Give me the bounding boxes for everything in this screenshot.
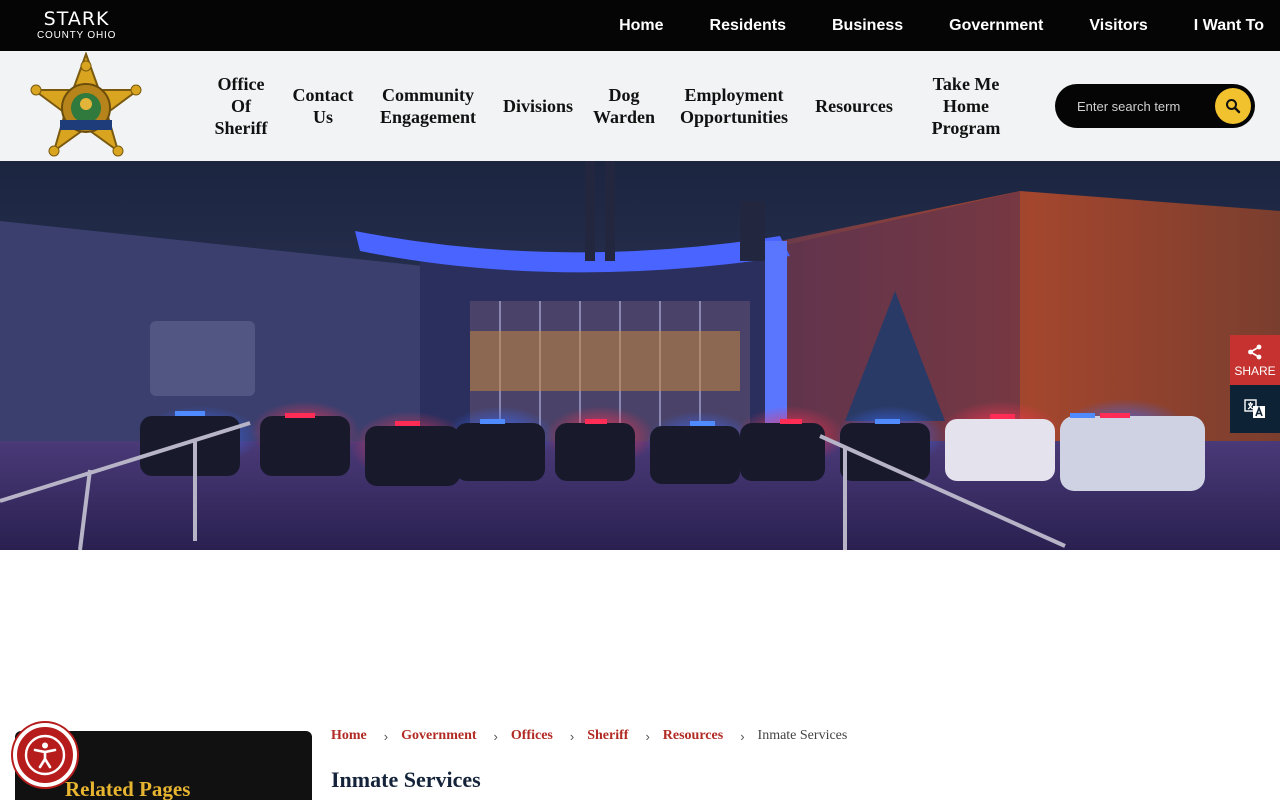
related-pages-title: Related Pages <box>65 777 191 800</box>
breadcrumb-government[interactable]: Government <box>401 728 476 744</box>
accessibility-icon <box>24 734 66 776</box>
sub-nav-community-engagement[interactable]: Community Engagement <box>364 84 492 128</box>
breadcrumb-separator: › <box>569 728 575 744</box>
top-nav-government[interactable]: Government <box>949 17 1043 35</box>
translate-button[interactable] <box>1230 385 1280 433</box>
hero-illustration <box>0 161 1280 550</box>
page-title: Inmate Services <box>331 767 481 792</box>
top-nav-residents[interactable]: Residents <box>710 17 786 35</box>
sub-nav-contact-us[interactable]: Contact Us <box>282 84 364 128</box>
accessibility-button[interactable] <box>13 723 77 787</box>
department-nav: Office Of Sheriff Contact Us Community E… <box>200 51 1028 161</box>
top-nav-business[interactable]: Business <box>832 17 903 35</box>
translate-icon <box>1244 399 1265 418</box>
top-nav-home[interactable]: Home <box>619 17 663 35</box>
search-button[interactable] <box>1215 88 1251 124</box>
breadcrumb-current: Inmate Services <box>757 728 848 743</box>
breadcrumb-home[interactable]: Home <box>331 728 367 744</box>
logo-line-1: STARK <box>43 8 110 30</box>
share-icon <box>1248 344 1262 360</box>
breadcrumb-resources[interactable]: Resources <box>663 728 723 744</box>
sub-nav-dog-warden[interactable]: Dog Warden <box>584 84 664 128</box>
sub-nav-divisions[interactable]: Divisions <box>492 95 584 117</box>
top-bar: STARK COUNTY OHIO Home Residents Busines… <box>0 0 1280 51</box>
breadcrumb-sheriff[interactable]: Sheriff <box>587 728 628 744</box>
site-search <box>1055 84 1255 128</box>
search-icon <box>1226 99 1241 114</box>
breadcrumb-separator: › <box>493 728 498 744</box>
top-nav-visitors[interactable]: Visitors <box>1089 17 1147 35</box>
share-label: SHARE <box>1234 364 1276 378</box>
sub-nav-office-of-sheriff[interactable]: Office Of Sheriff <box>200 73 282 139</box>
top-nav-i-want-to[interactable]: I Want To <box>1194 17 1264 35</box>
sheriff-badge-icon[interactable] <box>26 52 146 164</box>
search-input[interactable] <box>1077 96 1217 116</box>
sub-nav-resources[interactable]: Resources <box>804 95 904 117</box>
share-button[interactable]: SHARE <box>1230 335 1280 385</box>
sub-nav-take-me-home-program[interactable]: Take Me Home Program <box>904 73 1028 139</box>
breadcrumb-separator: › <box>383 728 389 744</box>
breadcrumb-separator: › <box>645 728 650 744</box>
stark-county-logo[interactable]: STARK COUNTY OHIO <box>37 8 116 42</box>
breadcrumb: Home › Government › Offices › Sheriff › … <box>331 727 847 745</box>
sub-nav-employment-opportunities[interactable]: Employment Opportunities <box>664 84 804 128</box>
hero-banner-image <box>0 161 1280 550</box>
breadcrumb-separator: › <box>740 728 745 744</box>
breadcrumb-offices[interactable]: Offices <box>511 728 553 744</box>
logo-line-2: COUNTY OHIO <box>37 30 117 41</box>
top-nav: Home Residents Business Government Visit… <box>573 0 1264 51</box>
